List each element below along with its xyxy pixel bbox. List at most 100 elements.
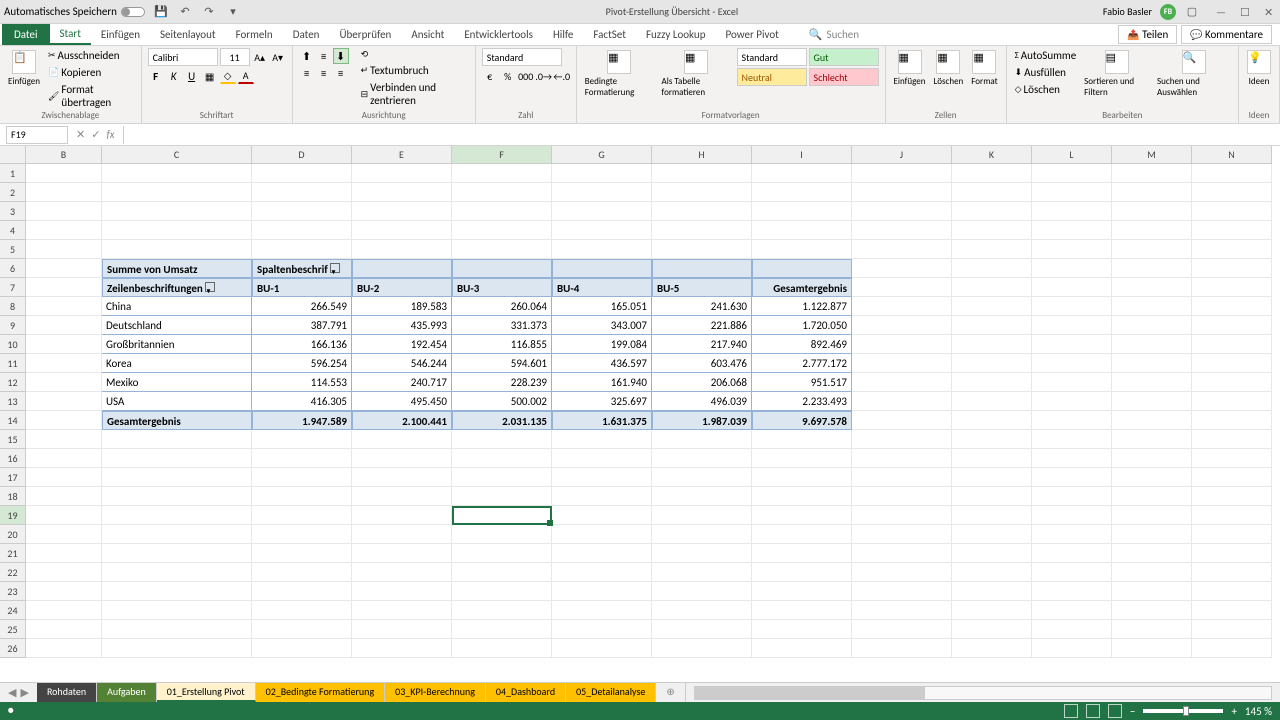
- cell[interactable]: 199.084: [552, 335, 652, 354]
- cell[interactable]: [1112, 259, 1192, 278]
- sheet-tab-02[interactable]: 02_Bedingte Formatierung: [256, 683, 386, 702]
- cell[interactable]: [452, 164, 552, 183]
- cell[interactable]: 1.720.050: [752, 316, 852, 335]
- align-middle-icon[interactable]: ≡: [316, 48, 332, 64]
- col-header-N[interactable]: N: [1192, 146, 1272, 164]
- font-color-button[interactable]: A: [238, 68, 254, 84]
- file-tab[interactable]: Datei: [2, 24, 50, 45]
- cell[interactable]: 116.855: [452, 335, 552, 354]
- cell[interactable]: [952, 183, 1032, 202]
- cell[interactable]: [1112, 468, 1192, 487]
- row-header-20[interactable]: 20: [0, 525, 26, 544]
- style-gut[interactable]: Gut: [809, 48, 879, 66]
- cell[interactable]: [852, 487, 952, 506]
- cell[interactable]: [852, 354, 952, 373]
- tab-nav-last-icon[interactable]: ▶: [20, 686, 28, 699]
- cell[interactable]: [552, 639, 652, 658]
- cell[interactable]: [26, 316, 102, 335]
- cell[interactable]: [26, 259, 102, 278]
- cell[interactable]: [352, 620, 452, 639]
- normal-view-icon[interactable]: [1064, 704, 1078, 718]
- cell[interactable]: 217.940: [652, 335, 752, 354]
- cell[interactable]: 331.373: [452, 316, 552, 335]
- undo-icon[interactable]: ↶: [177, 4, 193, 20]
- cell[interactable]: [752, 506, 852, 525]
- enter-formula-icon[interactable]: ✓: [91, 128, 100, 141]
- cell[interactable]: [1192, 297, 1272, 316]
- cell[interactable]: Großbritannien: [102, 335, 252, 354]
- cell[interactable]: [952, 221, 1032, 240]
- sheet-tab-aufgaben[interactable]: Aufgaben: [97, 683, 157, 702]
- cell[interactable]: [952, 259, 1032, 278]
- cell[interactable]: [552, 620, 652, 639]
- avatar[interactable]: FB: [1160, 4, 1176, 20]
- zoom-in-icon[interactable]: +: [1231, 705, 1236, 718]
- cell[interactable]: [752, 525, 852, 544]
- page-break-view-icon[interactable]: [1108, 704, 1122, 718]
- cell[interactable]: [852, 297, 952, 316]
- cell[interactable]: [1032, 392, 1112, 411]
- horizontal-scrollbar[interactable]: [694, 686, 1272, 700]
- cell[interactable]: Korea: [102, 354, 252, 373]
- align-right-icon[interactable]: ≡: [333, 65, 349, 81]
- cell[interactable]: [26, 563, 102, 582]
- cell[interactable]: [1032, 544, 1112, 563]
- tab-einfuegen[interactable]: Einfügen: [91, 24, 150, 45]
- cell[interactable]: [1032, 297, 1112, 316]
- cell[interactable]: [652, 601, 752, 620]
- cell[interactable]: [26, 354, 102, 373]
- paste-button[interactable]: 📋Einfügen: [6, 48, 42, 89]
- cell[interactable]: [26, 183, 102, 202]
- cell[interactable]: [552, 221, 652, 240]
- align-center-icon[interactable]: ≡: [316, 65, 332, 81]
- cell[interactable]: [552, 601, 652, 620]
- cell[interactable]: [1192, 411, 1272, 430]
- cell[interactable]: [852, 544, 952, 563]
- row-filter-icon[interactable]: [205, 282, 215, 292]
- cell[interactable]: [652, 164, 752, 183]
- cell[interactable]: 165.051: [552, 297, 652, 316]
- cell[interactable]: [102, 563, 252, 582]
- cell[interactable]: [102, 620, 252, 639]
- cell[interactable]: [26, 240, 102, 259]
- cell[interactable]: [852, 316, 952, 335]
- cell[interactable]: [852, 582, 952, 601]
- cell[interactable]: [952, 392, 1032, 411]
- orientation-button[interactable]: ⟲: [359, 48, 469, 61]
- cell[interactable]: [1112, 297, 1192, 316]
- row-header-2[interactable]: 2: [0, 183, 26, 202]
- col-header-H[interactable]: H: [652, 146, 752, 164]
- row-header-6[interactable]: 6: [0, 259, 26, 278]
- cell[interactable]: Mexiko: [102, 373, 252, 392]
- tab-start[interactable]: Start: [50, 24, 91, 45]
- cell[interactable]: [352, 582, 452, 601]
- cell[interactable]: [1112, 525, 1192, 544]
- cell[interactable]: [102, 164, 252, 183]
- cell[interactable]: 596.254: [252, 354, 352, 373]
- formula-bar[interactable]: [123, 126, 1280, 144]
- cell[interactable]: [1192, 240, 1272, 259]
- cell[interactable]: [1192, 449, 1272, 468]
- cell[interactable]: [102, 449, 252, 468]
- cell[interactable]: [652, 430, 752, 449]
- cell[interactable]: [352, 525, 452, 544]
- tab-entwicklertools[interactable]: Entwicklertools: [454, 24, 543, 45]
- cell[interactable]: [952, 582, 1032, 601]
- cell[interactable]: 266.549: [252, 297, 352, 316]
- row-header-13[interactable]: 13: [0, 392, 26, 411]
- row-header-24[interactable]: 24: [0, 601, 26, 620]
- sheet-tab-04[interactable]: 04_Dashboard: [486, 683, 566, 702]
- add-sheet-button[interactable]: ⊕: [656, 683, 685, 702]
- cell[interactable]: [952, 430, 1032, 449]
- cell[interactable]: [452, 468, 552, 487]
- cell[interactable]: [552, 582, 652, 601]
- border-button[interactable]: ▦: [202, 68, 218, 84]
- cell[interactable]: [452, 487, 552, 506]
- cell[interactable]: [952, 240, 1032, 259]
- clear-button[interactable]: ◇ Löschen: [1013, 82, 1079, 97]
- cell[interactable]: [452, 544, 552, 563]
- cell[interactable]: [852, 601, 952, 620]
- tab-daten[interactable]: Daten: [283, 24, 330, 45]
- col-header-L[interactable]: L: [1032, 146, 1112, 164]
- tab-ansicht[interactable]: Ansicht: [401, 24, 454, 45]
